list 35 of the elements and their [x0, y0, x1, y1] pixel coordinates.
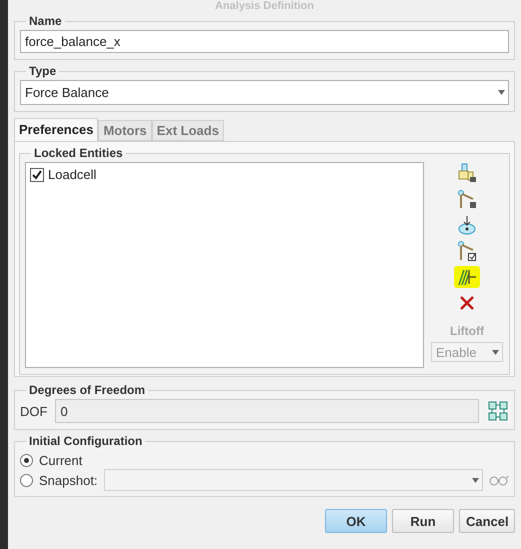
list-item[interactable]: Loadcell [30, 167, 419, 182]
name-field[interactable]: force_balance_x [20, 30, 509, 53]
group-label: Type [28, 64, 58, 78]
dof-field: 0 [55, 399, 479, 423]
dialog-button[interactable]: Run [392, 509, 454, 533]
radio-button[interactable] [20, 474, 33, 486]
link-check-icon [457, 241, 477, 261]
tab[interactable]: Preferences [14, 118, 98, 141]
dof-label: DOF [20, 404, 48, 418]
dialog-button[interactable]: OK [325, 509, 387, 533]
connection-icon[interactable] [487, 400, 509, 422]
checkbox[interactable] [30, 168, 44, 182]
tool-button[interactable] [454, 266, 480, 288]
dialog-button[interactable]: Cancel [459, 509, 515, 533]
liftoff-label: Liftoff [450, 324, 484, 338]
tab[interactable]: Ext Loads [152, 120, 224, 141]
check-icon [32, 170, 42, 180]
group-label: Name [28, 14, 63, 28]
group-label: Degrees of Freedom [28, 383, 146, 397]
glasses-icon[interactable] [489, 474, 509, 486]
option-label: Snapshot: [39, 472, 98, 488]
radio-button[interactable] [20, 454, 33, 466]
tab[interactable]: Motors [98, 120, 152, 141]
link-lock-icon [457, 189, 477, 209]
group-label: Locked Entities [33, 146, 124, 160]
option-label: Current [39, 452, 82, 468]
delete-icon [458, 294, 476, 312]
group-label: Initial Configuration [28, 434, 144, 448]
point-icon [457, 215, 477, 235]
caret-icon [498, 90, 504, 95]
caret-icon [492, 350, 498, 354]
caret-icon [472, 478, 478, 482]
wall-icon [457, 267, 477, 287]
body-lock-icon [457, 163, 477, 183]
type-dropdown[interactable]: Force Balance [20, 80, 509, 105]
